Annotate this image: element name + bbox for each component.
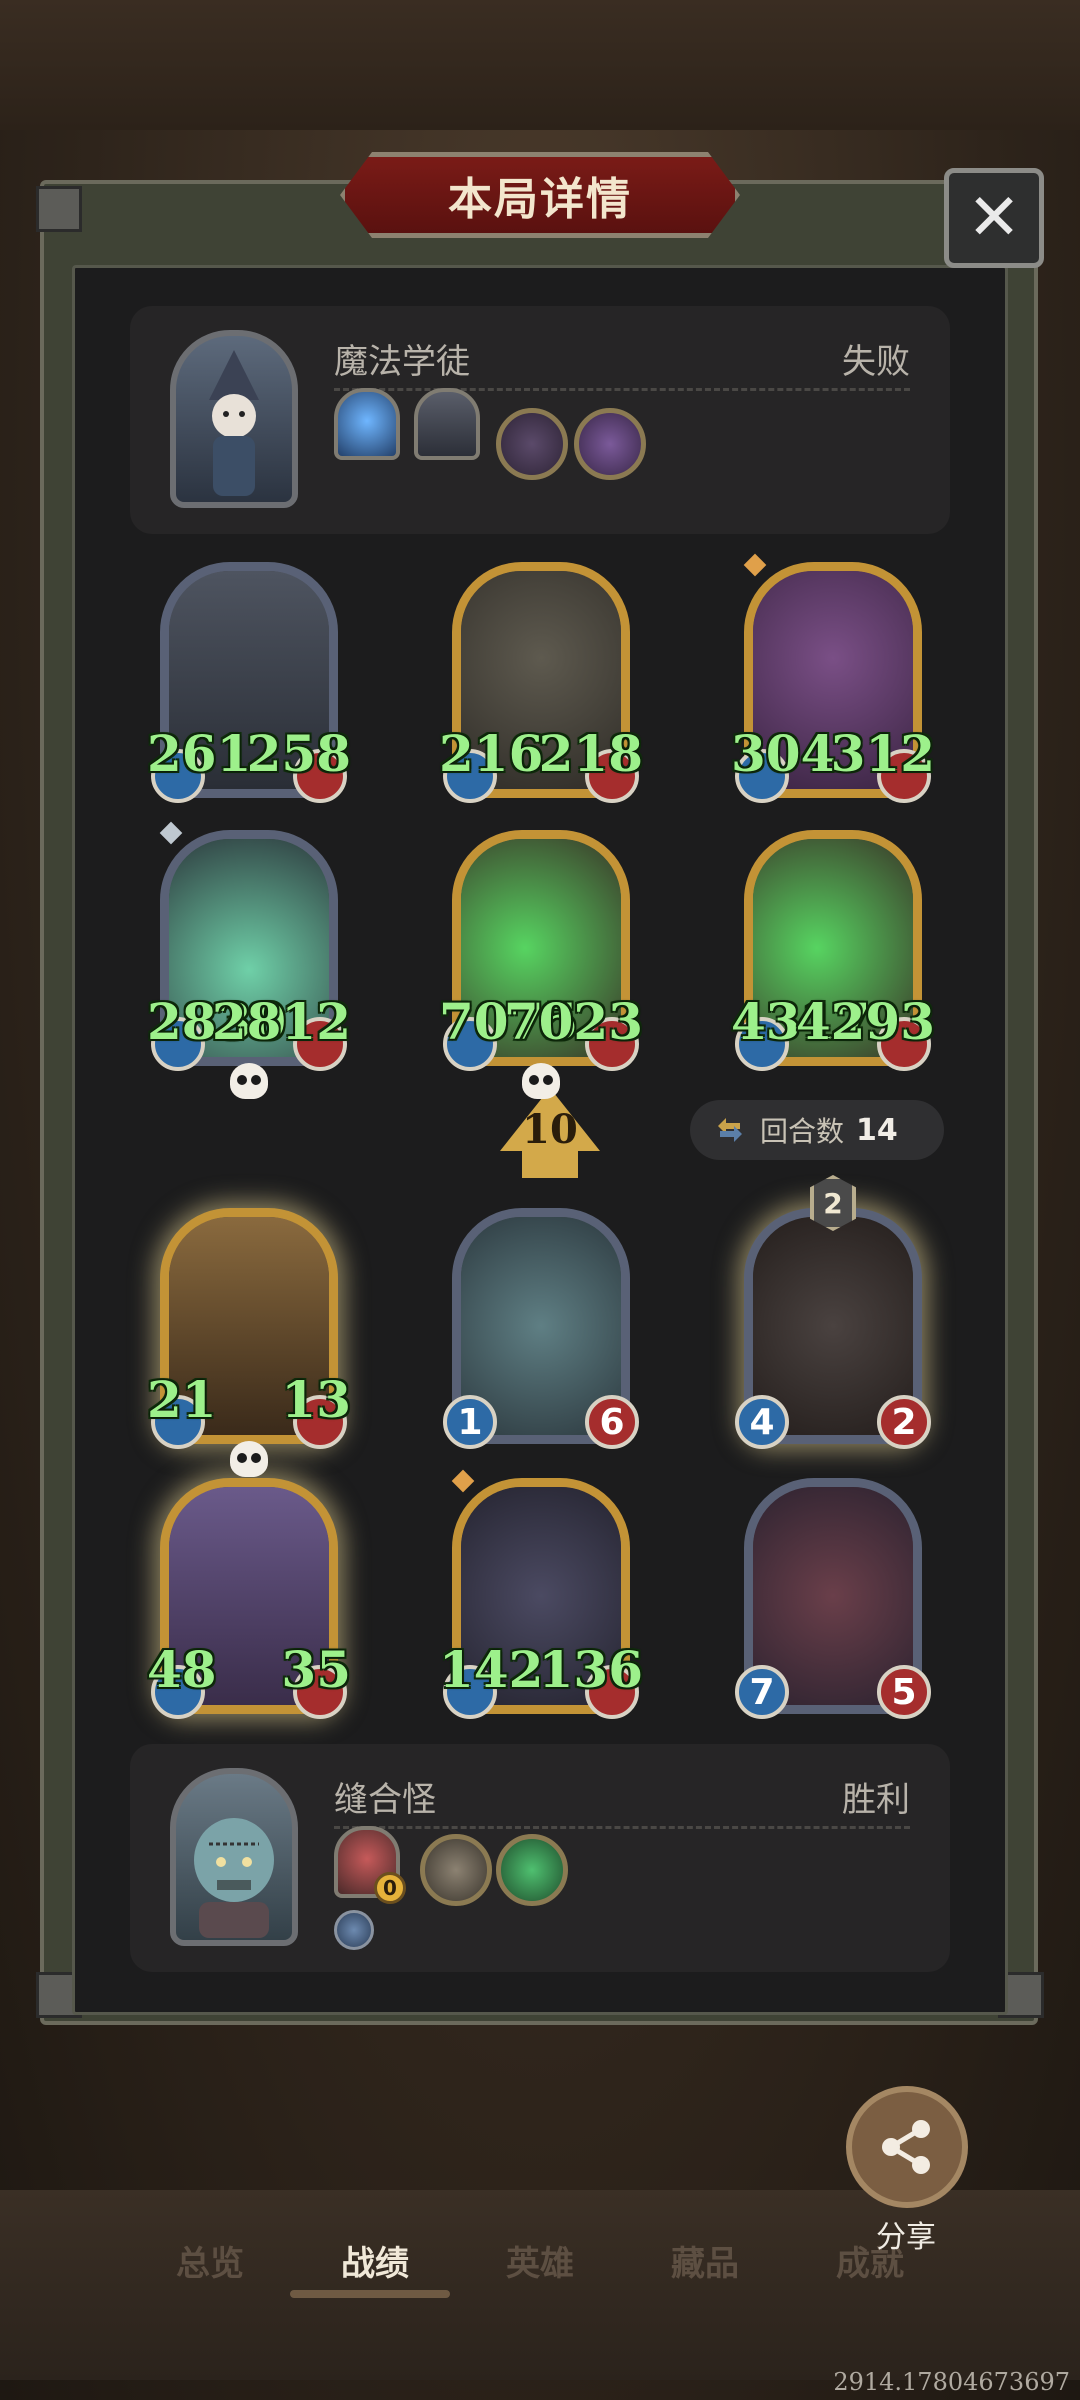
magic-staff-icon[interactable] bbox=[574, 408, 646, 480]
attack-value: 48 bbox=[147, 1640, 217, 1699]
nav-overview[interactable]: 总览 bbox=[150, 2236, 270, 2285]
player-card: 缝合怪 胜利 0 bbox=[130, 1744, 950, 1972]
armored-relic-icon[interactable] bbox=[414, 388, 480, 460]
divider bbox=[334, 1826, 910, 1829]
health-value: 13 bbox=[281, 1370, 351, 1429]
nav-heroes[interactable]: 英雄 bbox=[480, 2236, 600, 2285]
opponent-player-card: 魔法学徒 失败 bbox=[130, 306, 950, 534]
health-orb: 2 bbox=[877, 1395, 931, 1449]
health-value: 35 bbox=[281, 1640, 351, 1699]
attack-value: 21 bbox=[147, 1370, 217, 1429]
turn-value: 14 bbox=[856, 1112, 898, 1148]
opponent-avatar bbox=[170, 330, 298, 508]
attack-value: 261 bbox=[147, 724, 252, 783]
version-text: 2914.17804673697 bbox=[833, 2368, 1070, 2396]
turn-count-pill: 回合数 14 bbox=[690, 1100, 944, 1160]
turn-label: 回合数 bbox=[760, 1115, 845, 1148]
attack-orb: 7 bbox=[735, 1665, 789, 1719]
stitched-monster-icon bbox=[194, 1818, 274, 1938]
enemy-unit-card[interactable]: 7075 7023 bbox=[439, 830, 643, 1099]
ally-unit-card[interactable]: 21 13 bbox=[147, 1208, 351, 1477]
health-value: 2812 bbox=[211, 992, 351, 1051]
ally-unit-card[interactable]: 142 136 bbox=[439, 1469, 643, 1719]
attack-orb: 4 bbox=[735, 1395, 789, 1449]
player-avatar bbox=[170, 1768, 298, 1946]
ally-unit-card[interactable]: 422 bbox=[735, 1175, 931, 1449]
enemy-unit-card[interactable]: 261 258 bbox=[147, 562, 351, 803]
nav-collection[interactable]: 藏品 bbox=[645, 2236, 765, 2285]
ally-unit-card[interactable]: 75 bbox=[735, 1478, 931, 1719]
attack-value: 304 bbox=[731, 724, 836, 783]
enemy-unit-card[interactable]: 304 312 bbox=[731, 553, 935, 803]
attack-value: 142 bbox=[439, 1640, 544, 1699]
round-marker-value: 10 bbox=[522, 1106, 578, 1153]
player-name: 缝合怪 bbox=[334, 1780, 436, 1820]
health-value: 312 bbox=[830, 724, 935, 783]
health-orb: 5 bbox=[877, 1665, 931, 1719]
sword-buff-icon[interactable] bbox=[334, 1910, 374, 1950]
nav-records[interactable]: 战绩 bbox=[315, 2236, 435, 2285]
health-value: 7023 bbox=[503, 992, 643, 1051]
page-title: 本局详情 bbox=[448, 174, 632, 225]
claw-relic-icon[interactable] bbox=[420, 1834, 492, 1906]
share-button[interactable] bbox=[846, 2086, 968, 2208]
close-icon: ✕ bbox=[967, 181, 1021, 255]
health-value: 4293 bbox=[795, 992, 935, 1051]
green-slime-relic-icon[interactable] bbox=[496, 1834, 568, 1906]
round-marker: 10 bbox=[500, 1088, 600, 1178]
health-value: 136 bbox=[538, 1640, 643, 1699]
cycle-icon bbox=[718, 1118, 742, 1142]
relic-count-badge: 0 bbox=[374, 1872, 406, 1904]
nav-active-indicator bbox=[290, 2290, 450, 2298]
skull-icon bbox=[230, 1063, 268, 1099]
attack-value: 216 bbox=[439, 724, 544, 783]
enemy-unit-card[interactable]: 216 218 bbox=[439, 562, 643, 803]
opponent-result: 失败 bbox=[842, 342, 910, 382]
skull-icon bbox=[522, 1063, 560, 1099]
divider bbox=[334, 388, 910, 391]
crystal-orb-relic-icon[interactable] bbox=[334, 388, 400, 460]
share-label: 分享 bbox=[876, 2220, 936, 2255]
title-banner: 本局详情 bbox=[340, 152, 740, 238]
skull-charm-icon[interactable] bbox=[496, 408, 568, 480]
share-icon bbox=[882, 2120, 930, 2174]
health-value: 218 bbox=[538, 724, 643, 783]
player-result: 胜利 bbox=[842, 1780, 910, 1820]
opponent-name: 魔法学徒 bbox=[334, 342, 470, 382]
ally-unit-card[interactable]: 48 35 bbox=[147, 1478, 351, 1719]
attack-orb: 1 bbox=[443, 1395, 497, 1449]
skull-icon bbox=[230, 1441, 268, 1477]
health-orb: 6 bbox=[585, 1395, 639, 1449]
enemy-unit-card[interactable]: 4317 4293 bbox=[731, 830, 935, 1071]
enemy-unit-card[interactable]: 2830 2812 bbox=[147, 821, 351, 1099]
health-value: 258 bbox=[246, 724, 351, 783]
close-button[interactable]: ✕ bbox=[944, 168, 1044, 268]
top-wood-bar bbox=[0, 0, 1080, 130]
wizard-girl-icon bbox=[209, 350, 259, 496]
corner-rivet bbox=[36, 186, 82, 232]
ally-unit-card[interactable]: 16 bbox=[443, 1208, 639, 1449]
